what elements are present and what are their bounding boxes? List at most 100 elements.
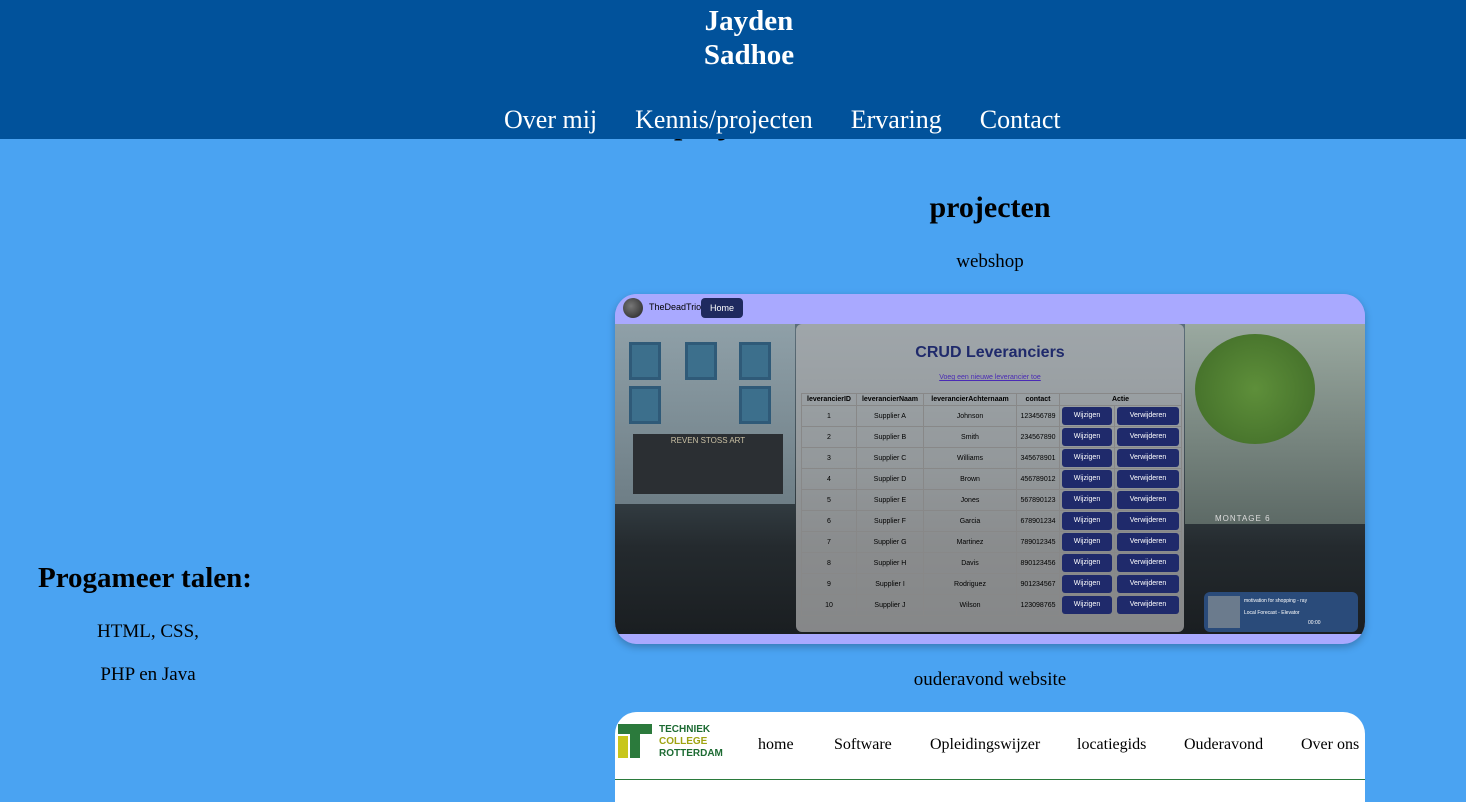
table-row: 8 Supplier H Davis 890123456 Wijzigen Verwijd… — [801, 552, 1182, 574]
cell-delete: Verwijderen — [1114, 573, 1182, 595]
screenshot-nav-locatiegids: locatiegids — [1077, 736, 1147, 753]
cell-lastname: Johnson — [923, 405, 1017, 427]
table-row: 4 Supplier D Brown 456789012 Wijzigen Verwijd… — [801, 468, 1182, 490]
cell-delete: Verwijderen — [1114, 594, 1182, 616]
cell-id: 4 — [801, 468, 857, 490]
table-row: 9 Supplier I Rodriguez 901234567 Wijzigen Ver… — [801, 573, 1182, 595]
cell-delete: Verwijderen — [1114, 510, 1182, 532]
screenshot-site-name: TheDeadTrio — [649, 302, 702, 312]
delete-button: Verwijderen — [1117, 470, 1179, 488]
edit-button: Wijzigen — [1062, 470, 1112, 488]
cell-id: 5 — [801, 489, 857, 511]
brand-first-name: Jayden — [704, 5, 794, 37]
table-row: 1 Supplier A Johnson 123456789 Wijzigen Verwi… — [801, 405, 1182, 427]
cell-lastname: Davis — [923, 552, 1017, 574]
brand-last-name: Sadhoe — [703, 39, 795, 71]
table-row: 3 Supplier C Williams 345678901 Wijzigen Verw… — [801, 447, 1182, 469]
cell-lastname: Brown — [923, 468, 1017, 490]
cell-contact: 678901234 — [1016, 510, 1060, 532]
cell-id: 7 — [801, 531, 857, 553]
screenshot-nav-ouderavond: Ouderavond — [1184, 736, 1264, 753]
ouderavond-caption: ouderavond website — [913, 669, 1067, 690]
cell-contact: 901234567 — [1016, 573, 1060, 595]
delete-button: Verwijderen — [1117, 533, 1179, 551]
window — [685, 342, 717, 380]
ouderavond-screenshot: TECHNIEK COLLEGE ROTTERDAM home Software… — [615, 712, 1365, 802]
cell-lastname: Martinez — [923, 531, 1017, 553]
cell-edit: Wijzigen — [1059, 510, 1115, 532]
cell-delete: Verwijderen — [1114, 531, 1182, 553]
cell-contact: 123456789 — [1016, 405, 1060, 427]
nav-over-mij[interactable]: Over mij — [504, 104, 597, 136]
screenshot-home-button: Home — [701, 298, 743, 318]
screenshot-navbar: TheDeadTrio Home — [615, 294, 1365, 324]
street-sign: MONTAGE 6 — [1215, 514, 1271, 523]
crud-panel: CRUD Leveranciers Voeg een nieuwe levera… — [796, 324, 1184, 632]
cell-contact: 789012345 — [1016, 531, 1060, 553]
edit-button: Wijzigen — [1062, 428, 1112, 446]
cell-name: Supplier D — [856, 468, 924, 490]
album-art — [1208, 596, 1240, 628]
cell-name: Supplier I — [856, 573, 924, 595]
cell-edit: Wijzigen — [1059, 468, 1115, 490]
site-header: Jayden Sadhoe Over mij Kennis/projecten … — [0, 0, 1466, 139]
column-header-name: leverancierNaam — [856, 393, 924, 406]
cell-contact: 234567890 — [1016, 426, 1060, 448]
cell-name: Supplier F — [856, 510, 924, 532]
languages-line-2: PHP en Java — [100, 664, 196, 685]
delete-button: Verwijderen — [1117, 491, 1179, 509]
languages-heading: Progameer talen: — [38, 562, 252, 594]
logo-shape — [630, 724, 640, 758]
edit-button: Wijzigen — [1062, 554, 1112, 572]
cell-contact: 567890123 — [1016, 489, 1060, 511]
delete-button: Verwijderen — [1117, 554, 1179, 572]
track-title: motivation for shopping - ray — [1244, 598, 1308, 604]
techniek-college-logo — [618, 724, 652, 758]
cell-id: 2 — [801, 426, 857, 448]
cell-lastname: Jones — [923, 489, 1017, 511]
cell-edit: Wijzigen — [1059, 489, 1115, 511]
delete-button: Verwijderen — [1117, 407, 1179, 425]
webshop-screenshot: TheDeadTrio Home REVEN STOSS ART MONTAGE… — [615, 294, 1365, 644]
window — [739, 342, 771, 380]
cell-lastname: Smith — [923, 426, 1017, 448]
nav-contact[interactable]: Contact — [980, 104, 1061, 136]
window — [629, 342, 661, 380]
building-left: REVEN STOSS ART — [615, 324, 795, 504]
delete-button: Verwijderen — [1117, 575, 1179, 593]
divider — [615, 779, 1365, 780]
table-row: 6 Supplier F Garcia 678901234 Wijzigen Verwij… — [801, 510, 1182, 532]
cell-contact: 456789012 — [1016, 468, 1060, 490]
cell-edit: Wijzigen — [1059, 552, 1115, 574]
cell-name: Supplier E — [856, 489, 924, 511]
logo-line-3: ROTTERDAM — [659, 748, 723, 759]
cell-delete: Verwijderen — [1114, 489, 1182, 511]
window — [739, 386, 771, 424]
cell-id: 6 — [801, 510, 857, 532]
cell-lastname: Rodriguez — [923, 573, 1017, 595]
track-time: 00:00 — [1308, 620, 1321, 626]
edit-button: Wijzigen — [1062, 533, 1112, 551]
screenshot-nav-home: home — [758, 736, 794, 753]
cell-id: 1 — [801, 405, 857, 427]
cell-delete: Verwijderen — [1114, 405, 1182, 427]
edit-button: Wijzigen — [1062, 491, 1112, 509]
edit-button: Wijzigen — [1062, 575, 1112, 593]
nav-kennis-projecten[interactable]: Kennis/projecten — [635, 104, 813, 136]
crud-title: CRUD Leveranciers — [915, 344, 1065, 361]
cell-edit: Wijzigen — [1059, 405, 1115, 427]
logo-line-2: COLLEGE — [659, 736, 708, 747]
site-brand: Jayden Sadhoe — [0, 4, 1466, 72]
table-row: 7 Supplier G Martinez 789012345 Wijzigen Verw… — [801, 531, 1182, 553]
cell-edit: Wijzigen — [1059, 594, 1115, 616]
nav-ervaring[interactable]: Ervaring — [851, 104, 942, 136]
delete-button: Verwijderen — [1117, 449, 1179, 467]
cell-name: Supplier C — [856, 447, 924, 469]
screenshot-nav-over-ons: Over ons — [1301, 736, 1360, 753]
table-row: 10 Supplier J Wilson 123098765 Wijzigen Verwi… — [801, 594, 1182, 616]
edit-button: Wijzigen — [1062, 512, 1112, 530]
cell-delete: Verwijderen — [1114, 552, 1182, 574]
screenshot-nav-software: Software — [834, 736, 892, 753]
cell-delete: Verwijderen — [1114, 447, 1182, 469]
edit-button: Wijzigen — [1062, 449, 1112, 467]
